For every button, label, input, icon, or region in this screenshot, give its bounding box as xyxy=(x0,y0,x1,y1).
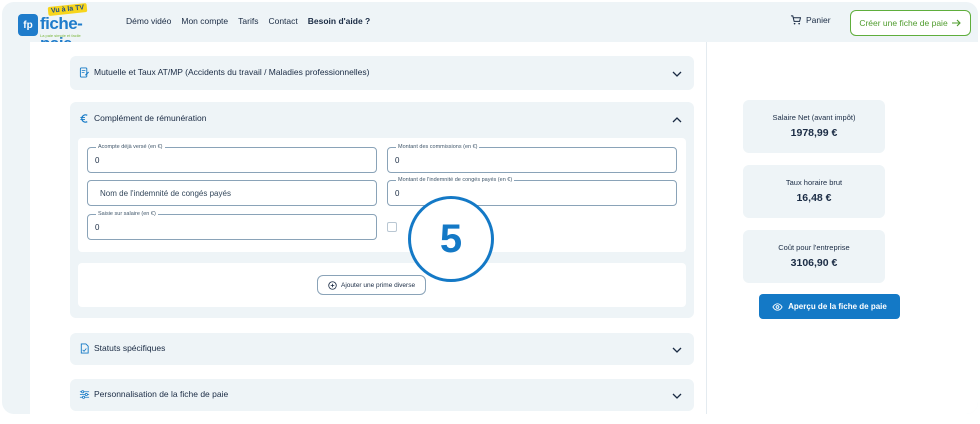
remuneration-fields: Acompte déjà versé (en €) 0 Montant des … xyxy=(78,138,686,252)
saisie-value: 0 xyxy=(95,223,100,232)
step-number-badge: 5 xyxy=(408,196,494,282)
section-mutuelle[interactable]: Mutuelle et Taux AT/MP (Accidents du tra… xyxy=(70,56,694,90)
cart-label: Panier xyxy=(806,15,831,25)
option-checkbox[interactable] xyxy=(387,222,397,232)
form-area: Mutuelle et Taux AT/MP (Accidents du tra… xyxy=(30,42,706,414)
section-statuts[interactable]: Statuts spécifiques xyxy=(70,333,694,365)
section-personnalisation[interactable]: Personnalisation de la fiche de paie xyxy=(70,379,694,411)
document-icon xyxy=(80,343,89,354)
saisie-label: Saisie sur salaire (en €) xyxy=(96,211,158,217)
chevron-down-icon[interactable] xyxy=(672,345,682,355)
add-prime-button[interactable]: Ajouter une prime diverse xyxy=(317,275,427,295)
salaire-net-value: 1978,99 € xyxy=(790,127,838,139)
nav-mon-compte[interactable]: Mon compte xyxy=(181,16,228,26)
card-cout-entreprise: Coût pour l'entreprise 3106,90 € xyxy=(743,230,885,283)
taux-horaire-value: 16,48 € xyxy=(796,192,832,204)
nav-tarifs[interactable]: Tarifs xyxy=(238,16,258,26)
card-taux-horaire: Taux horaire brut 16,48 € xyxy=(743,165,885,218)
taux-horaire-title: Taux horaire brut xyxy=(785,178,843,187)
logo[interactable]: fp fiche-paie Vu à la TV La paie simple … xyxy=(18,2,110,53)
logo-tagline: La paie simple et facile xyxy=(40,33,81,38)
create-payslip-label: Créer une fiche de paie xyxy=(859,18,948,28)
preview-payslip-button[interactable]: Aperçu de la fiche de paie xyxy=(759,294,900,319)
euro-icon xyxy=(80,114,88,123)
cart-link[interactable]: Panier xyxy=(790,15,831,25)
section-statuts-title: Statuts spécifiques xyxy=(94,343,166,353)
section-mutuelle-title: Mutuelle et Taux AT/MP (Accidents du tra… xyxy=(94,67,370,77)
section-complement: Complément de rémunération Acompte déjà … xyxy=(70,102,694,318)
cout-value: 3106,90 € xyxy=(790,257,838,269)
chevron-down-icon[interactable] xyxy=(672,391,682,401)
preview-payslip-label: Aperçu de la fiche de paie xyxy=(788,302,887,311)
eye-icon xyxy=(772,302,783,311)
chevron-down-icon[interactable] xyxy=(672,69,682,79)
indemnity-amount-label: Montant de l'indemnité de congés payés (… xyxy=(396,177,515,183)
acompte-value: 0 xyxy=(95,156,100,165)
app-frame: fp fiche-paie Vu à la TV La paie simple … xyxy=(2,2,978,414)
add-prime-label: Ajouter une prime diverse xyxy=(341,281,416,289)
commissions-value: 0 xyxy=(395,156,400,165)
prime-panel: Ajouter une prime diverse xyxy=(78,263,686,307)
indemnity-name-placeholder: Nom de l'indemnité de congés payés xyxy=(100,189,231,198)
cart-icon xyxy=(790,15,801,25)
acompte-field[interactable]: Acompte déjà versé (en €) 0 xyxy=(87,144,377,173)
indemnity-name-field[interactable]: Nom de l'indemnité de congés payés xyxy=(87,180,377,206)
commissions-field[interactable]: Montant des commissions (en €) 0 xyxy=(387,144,677,173)
cout-title: Coût pour l'entreprise xyxy=(778,243,850,252)
summary-sidebar: Salaire Net (avant impôt) 1978,99 € Taux… xyxy=(706,42,978,414)
saisie-field[interactable]: Saisie sur salaire (en €) 0 xyxy=(87,211,377,240)
main-nav: Démo vidéo Mon compte Tarifs Contact Bes… xyxy=(126,16,370,26)
top-header: fp fiche-paie Vu à la TV La paie simple … xyxy=(2,2,978,53)
nav-besoin-aide[interactable]: Besoin d'aide ? xyxy=(308,16,370,26)
plus-circle-icon xyxy=(328,280,337,290)
step-number: 5 xyxy=(439,216,463,261)
salaire-net-title: Salaire Net (avant impôt) xyxy=(772,113,856,122)
indemnity-amount-value: 0 xyxy=(395,189,400,198)
nav-demo-video[interactable]: Démo vidéo xyxy=(126,16,171,26)
arrow-right-icon xyxy=(951,19,961,27)
section-personnalisation-title: Personnalisation de la fiche de paie xyxy=(94,389,229,399)
card-salaire-net: Salaire Net (avant impôt) 1978,99 € xyxy=(743,100,885,153)
settings-sliders-icon xyxy=(79,390,90,399)
section-complement-title: Complément de rémunération xyxy=(94,113,207,123)
document-edit-icon xyxy=(79,67,90,78)
nav-contact[interactable]: Contact xyxy=(268,16,297,26)
logo-badge: fp xyxy=(18,14,38,36)
create-payslip-button[interactable]: Créer une fiche de paie xyxy=(850,10,971,36)
commissions-label: Montant des commissions (en €) xyxy=(396,144,480,150)
acompte-label: Acompte déjà versé (en €) xyxy=(96,144,165,150)
chevron-up-icon[interactable] xyxy=(672,115,682,125)
